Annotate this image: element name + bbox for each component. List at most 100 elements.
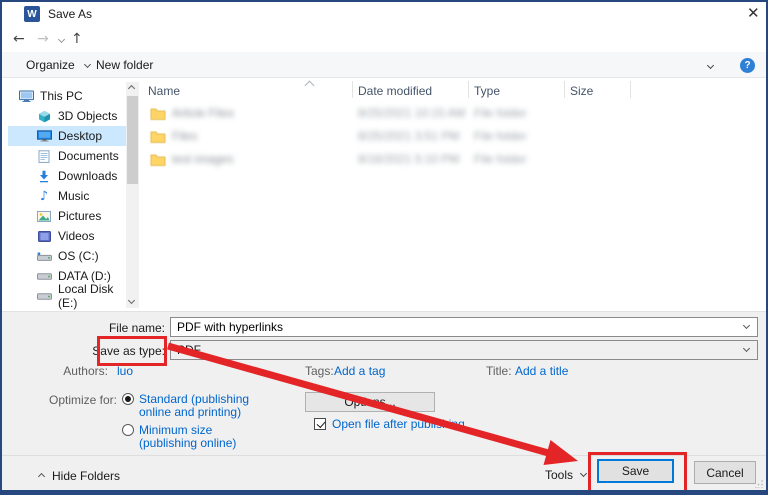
folder-icon [150,107,166,120]
sidebar-item-os-c[interactable]: OS (C:) [8,246,127,266]
main-area: This PC 3D Objects Desktop Documents Dow… [0,78,768,311]
open-file-after-publishing-label[interactable]: Open file after publishing [332,417,465,431]
drive-icon [36,293,52,300]
sidebar-item-documents[interactable]: Documents [8,146,127,166]
title-bar: W Save As ✕ [0,0,768,28]
open-file-after-publishing-checkbox[interactable] [314,418,326,430]
column-header-size[interactable]: Size [570,84,593,98]
radio-standard[interactable] [122,393,134,405]
sidebar-item-label: Pictures [58,209,101,223]
back-icon[interactable]: ← [13,31,25,47]
radio-minimum-label-line1[interactable]: Minimum size [139,423,212,437]
help-icon[interactable]: ? [740,58,755,73]
sidebar-item-label: This PC [40,89,83,103]
column-header-name[interactable]: Name [148,84,180,98]
scroll-up-icon[interactable] [128,85,135,92]
up-icon[interactable]: ↑ [71,31,83,47]
sidebar-item-label: DATA (D:) [58,269,111,283]
address-bar-row: ← → ↑ This PC Desktop ↻ [0,28,768,52]
sidebar-item-pictures[interactable]: Pictures [8,206,127,226]
cube-icon [36,110,52,123]
radio-minimum-label-line2[interactable]: (publishing online) [139,436,236,450]
computer-icon [18,90,34,103]
desktop-icon [36,130,52,142]
radio-standard-label-line2[interactable]: online and printing) [139,405,241,419]
download-arrow-icon [36,170,52,183]
sidebar-item-label: OS (C:) [58,249,99,263]
forward-icon[interactable]: → [37,31,49,47]
system-drive-icon [36,252,52,261]
file-name: Article Files [172,106,337,120]
sidebar-item-downloads[interactable]: Downloads [8,166,127,186]
tags-label: Tags: [305,364,334,378]
window-title: Save As [48,7,92,21]
file-type: File folder [474,106,527,120]
add-tag-link[interactable]: Add a tag [334,364,385,378]
sort-ascending-icon [305,81,315,91]
file-row[interactable]: test images 8/16/2021 5:10 PM File folde… [140,149,700,169]
file-name-label: File name: [100,321,165,335]
sidebar-item-label: Desktop [58,129,102,143]
folder-icon [150,130,166,143]
sidebar-item-label: Local Disk (E:) [58,282,127,310]
organize-label: Organize [26,58,75,72]
video-icon [36,231,52,242]
music-note-icon: ♪ [36,189,52,204]
sidebar-scrollbar[interactable] [126,82,139,308]
picture-icon [36,211,52,222]
recent-locations-icon[interactable] [58,36,65,43]
file-date: 8/25/2021 3:51 PM [358,129,459,143]
resize-grip[interactable] [755,480,763,488]
tools-button[interactable]: Tools [545,468,573,482]
save-as-dialog: W Save As ✕ ← → ↑ This PC Desktop ↻ [0,0,768,495]
scrollbar-thumb[interactable] [127,96,138,184]
sidebar-item-label: 3D Objects [58,109,117,123]
save-button[interactable]: Save [597,459,674,483]
save-as-type-value: PDF [177,343,201,357]
word-app-icon: W [24,6,40,22]
sidebar-item-label: Videos [58,229,94,243]
save-as-type-select[interactable]: PDF [170,340,758,360]
folder-icon [150,153,166,166]
check-icon [317,419,326,428]
options-button[interactable]: Options... [305,392,435,412]
sidebar-item-label: Music [58,189,89,203]
close-icon[interactable]: ✕ [747,4,760,22]
sidebar-item-videos[interactable]: Videos [8,226,127,246]
sidebar-item-label: Downloads [58,169,117,183]
file-date: 8/25/2021 10:15 AM [358,106,465,120]
authors-label: Authors: [62,364,108,378]
views-dropdown-icon[interactable] [707,62,714,69]
document-icon [36,150,52,163]
command-bar: Organize New folder [0,52,768,78]
optimize-for-label: Optimize for: [40,393,117,407]
hide-folders-button[interactable]: Hide Folders [52,469,120,483]
sidebar-item-label: Documents [58,149,119,163]
cancel-button[interactable]: Cancel [694,461,756,484]
file-name-input[interactable] [170,317,758,337]
scroll-down-icon[interactable] [128,297,135,304]
file-type: File folder [474,129,527,143]
sidebar-item-3d-objects[interactable]: 3D Objects [8,106,127,126]
add-title-link[interactable]: Add a title [515,364,568,378]
authors-value[interactable]: luo [117,364,133,378]
file-name: Files [172,129,337,143]
file-name: test images [172,152,337,166]
sidebar-item-desktop[interactable]: Desktop [8,126,127,146]
sidebar-item-local-disk-e[interactable]: Local Disk (E:) [8,286,127,306]
save-as-type-label: Save as type: [88,344,165,358]
chevron-down-icon [84,61,91,68]
column-header-type[interactable]: Type [474,84,500,98]
radio-minimum-size[interactable] [122,424,134,436]
new-folder-button[interactable]: New folder [96,58,153,72]
organize-button[interactable]: Organize [26,58,90,72]
sidebar-item-music[interactable]: ♪ Music [8,186,127,206]
file-type: File folder [474,152,527,166]
column-header-date-modified[interactable]: Date modified [358,84,432,98]
sidebar-item-this-pc[interactable]: This PC [8,86,127,106]
file-row[interactable]: Article Files 8/25/2021 10:15 AM File fo… [140,103,700,123]
title-label: Title: [486,364,512,378]
file-row[interactable]: Files 8/25/2021 3:51 PM File folder [140,126,700,146]
drive-icon [36,273,52,280]
radio-standard-label-line1[interactable]: Standard (publishing [139,392,249,406]
